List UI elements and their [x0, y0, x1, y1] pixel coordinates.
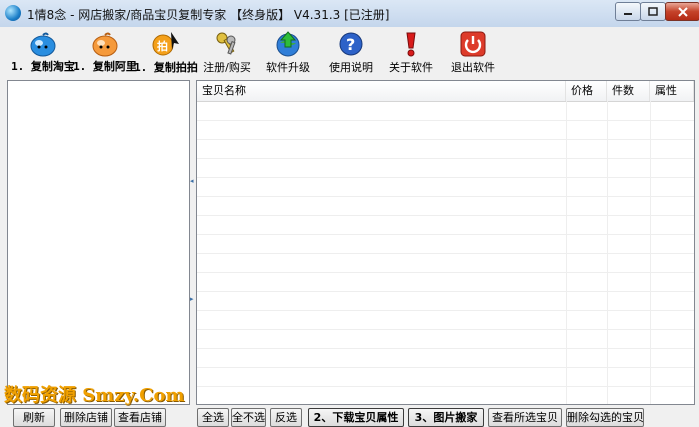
help-icon: ?: [336, 30, 366, 58]
delete-checked-items-button[interactable]: 删除勾选的宝贝: [566, 408, 644, 427]
copy-alibaba-label: 1. 复制阿里: [73, 60, 137, 73]
grid-row-line: [197, 177, 694, 178]
window-title: 1情8念 - 网店搬家/商品宝贝复制专家 【终身版】 V4.31.3 [已注册]: [27, 8, 390, 22]
item-grid[interactable]: 宝贝名称 价格 件数 属性: [196, 80, 695, 405]
copy-alibaba-button[interactable]: 1. 复制阿里: [73, 30, 137, 74]
refresh-button[interactable]: 刷新: [13, 408, 55, 427]
close-icon: [677, 6, 688, 17]
select-all-button[interactable]: 全选: [197, 408, 229, 427]
copy-paipai-button[interactable]: 拍 1. 复制拍拍: [134, 30, 198, 74]
column-header-name[interactable]: 宝贝名称: [197, 81, 566, 101]
invert-selection-button[interactable]: 反选: [270, 408, 302, 427]
grid-column-line: [650, 101, 651, 404]
svg-text:拍: 拍: [157, 39, 168, 53]
move-images-button[interactable]: 3、图片搬家: [408, 408, 484, 427]
minimize-icon: [624, 12, 632, 15]
grid-row-line: [197, 158, 694, 159]
splitter[interactable]: [189, 80, 195, 403]
paipai-icon: 拍: [151, 30, 181, 58]
grid-row-line: [197, 329, 694, 330]
splitter-left-arrow-icon[interactable]: ◂: [190, 178, 194, 185]
shop-list[interactable]: [7, 80, 190, 405]
register-buy-button[interactable]: 注册/购买: [202, 30, 252, 74]
help-label: 使用说明: [329, 61, 373, 74]
select-none-button[interactable]: 全不选: [231, 408, 266, 427]
minimize-button[interactable]: [615, 2, 641, 21]
grid-header: 宝贝名称 价格 件数 属性: [197, 81, 694, 102]
view-shop-button[interactable]: 查看店铺: [114, 408, 166, 427]
keys-icon: [212, 30, 242, 58]
grid-row-line: [197, 367, 694, 368]
about-icon: [396, 30, 426, 58]
grid-row-line: [197, 139, 694, 140]
help-button[interactable]: ? 使用说明: [326, 30, 376, 74]
exit-button[interactable]: 退出软件: [448, 30, 498, 74]
taobao-mascot-icon: [28, 30, 58, 57]
grid-column-line: [607, 101, 608, 404]
alibaba-mascot-icon: [90, 30, 120, 57]
power-icon: [458, 30, 488, 58]
exit-label: 退出软件: [451, 61, 495, 74]
copy-taobao-button[interactable]: 1. 复制淘宝: [11, 30, 75, 74]
grid-row-line: [197, 120, 694, 121]
view-selected-items-button[interactable]: 查看所选宝贝: [488, 408, 562, 427]
splitter-right-arrow-icon[interactable]: ▸: [190, 296, 194, 303]
maximize-button[interactable]: [640, 2, 666, 21]
upgrade-label: 软件升级: [266, 61, 310, 74]
grid-row-line: [197, 348, 694, 349]
delete-shop-button[interactable]: 删除店铺: [60, 408, 112, 427]
app-icon: [5, 5, 21, 21]
about-label: 关于软件: [389, 61, 433, 74]
copy-taobao-label: 1. 复制淘宝: [11, 60, 75, 73]
svg-text:?: ?: [346, 35, 355, 54]
close-button[interactable]: [665, 2, 699, 21]
about-button[interactable]: 关于软件: [386, 30, 436, 74]
grid-row-line: [197, 253, 694, 254]
column-header-quantity[interactable]: 件数: [607, 81, 650, 101]
column-header-attributes[interactable]: 属性: [650, 81, 694, 101]
maximize-icon: [648, 7, 658, 16]
grid-row-line: [197, 196, 694, 197]
register-buy-label: 注册/购买: [203, 61, 251, 74]
upgrade-globe-icon: [273, 30, 303, 58]
column-header-price[interactable]: 价格: [566, 81, 607, 101]
upgrade-button[interactable]: 软件升级: [263, 30, 313, 74]
grid-row-line: [197, 272, 694, 273]
grid-row-line: [197, 291, 694, 292]
copy-paipai-label: 1. 复制拍拍: [134, 61, 198, 74]
grid-column-line: [566, 101, 567, 404]
grid-row-line: [197, 234, 694, 235]
grid-row-line: [197, 386, 694, 387]
grid-row-line: [197, 215, 694, 216]
download-properties-button[interactable]: 2、下载宝贝属性: [308, 408, 404, 427]
grid-row-line: [197, 310, 694, 311]
watermark: 数码资源 Smzy.Com: [4, 385, 185, 406]
